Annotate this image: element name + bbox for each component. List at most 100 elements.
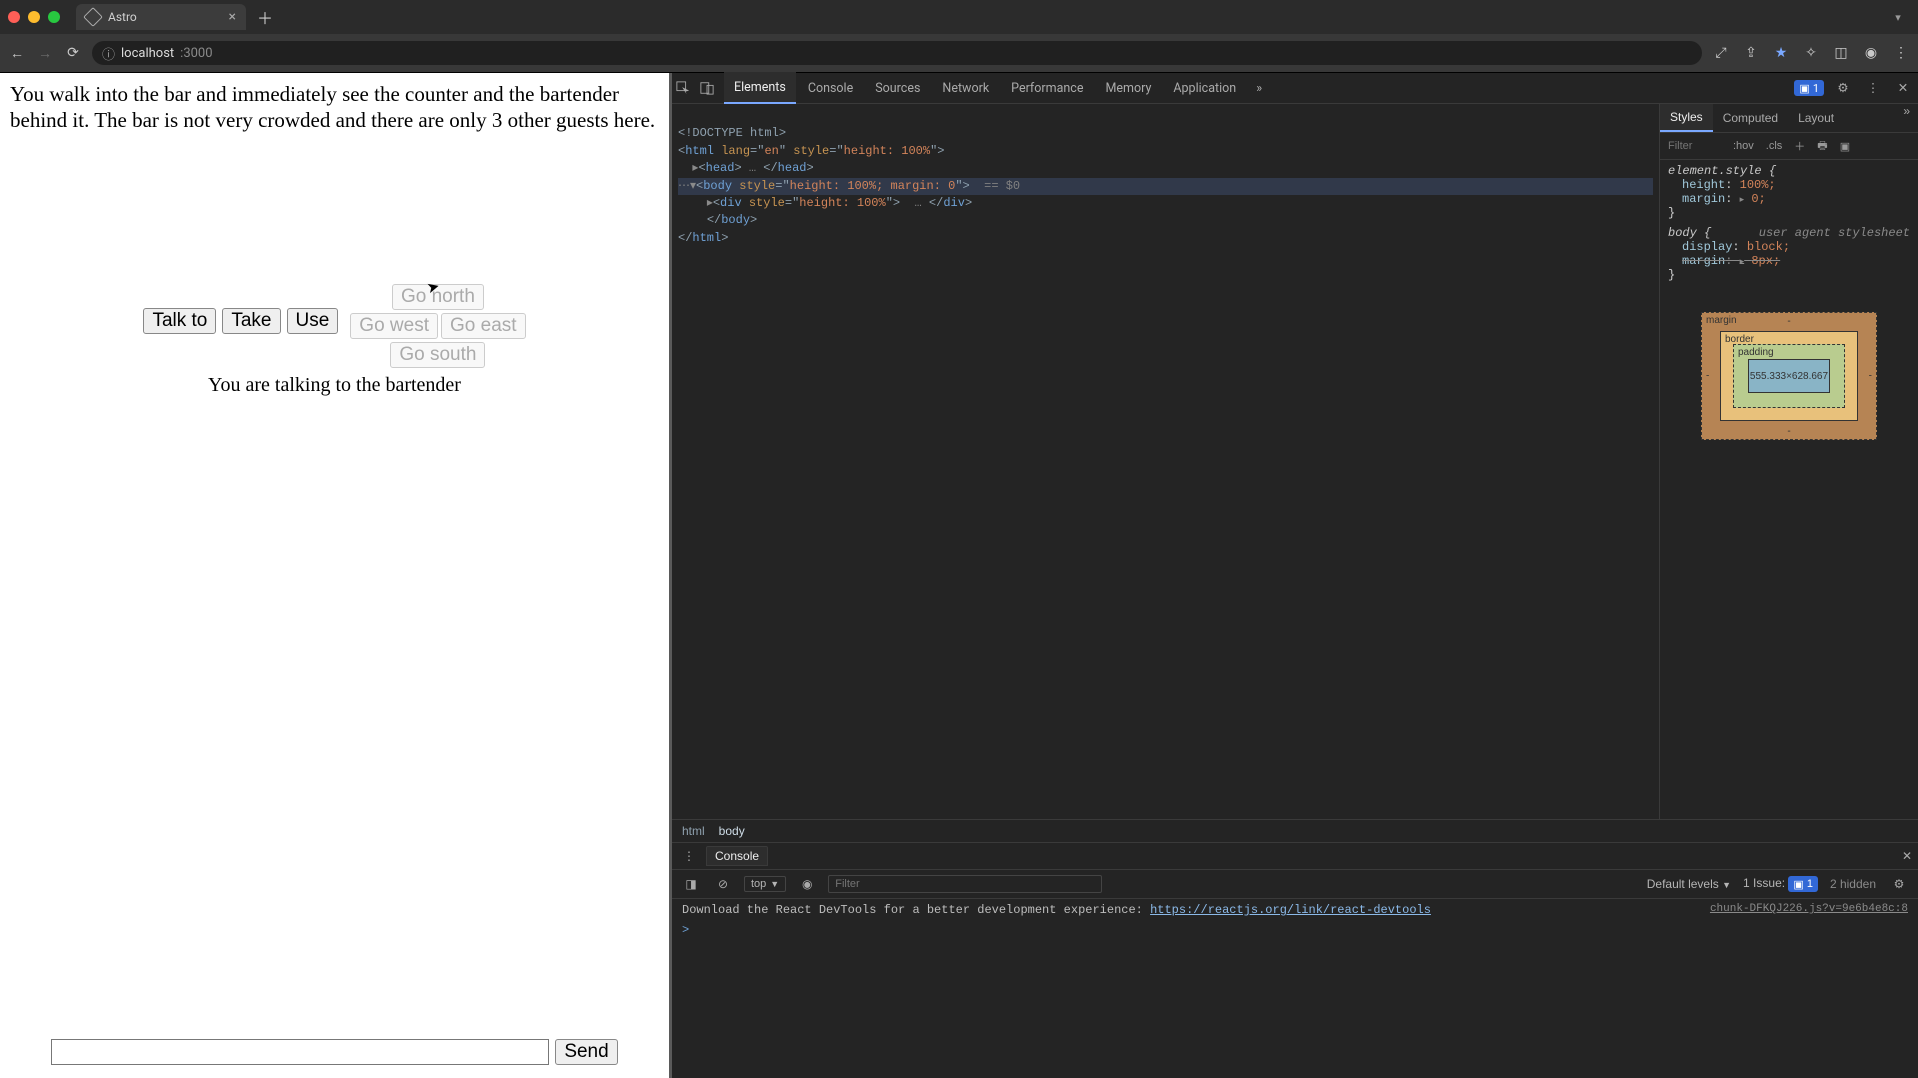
tab-close-icon[interactable]: × xyxy=(229,9,236,25)
expand-shorthand-icon[interactable]: ▸ xyxy=(1740,257,1745,267)
log-levels-selector[interactable]: Default levels ▼ xyxy=(1647,877,1731,891)
share-icon[interactable]: ⇪ xyxy=(1742,45,1760,61)
console-filter-input[interactable] xyxy=(828,875,1102,893)
styles-print-icon[interactable]: 🖶 xyxy=(1814,137,1830,156)
rule-selector: body { xyxy=(1668,226,1711,240)
take-button[interactable]: Take xyxy=(222,308,280,334)
extensions-icon[interactable]: ✧ xyxy=(1802,45,1820,61)
dom-breadcrumb[interactable]: html body xyxy=(672,819,1918,842)
go-east-button[interactable]: Go east xyxy=(441,313,526,339)
style-prop[interactable]: margin: ▸ 0; xyxy=(1668,192,1910,206)
device-toolbar-icon[interactable] xyxy=(700,81,722,95)
use-button[interactable]: Use xyxy=(287,308,339,334)
chrome-menu-icon[interactable]: ⋮ xyxy=(1892,45,1910,61)
devtools-settings-icon[interactable]: ⚙ xyxy=(1832,80,1854,96)
dom-line-selected[interactable]: ⋯▾<body style="height: 100%; margin: 0">… xyxy=(678,178,1653,195)
tab-sources[interactable]: Sources xyxy=(865,73,930,103)
inspect-element-icon[interactable] xyxy=(676,81,698,95)
styles-filter-input[interactable] xyxy=(1666,139,1724,153)
dom-line[interactable]: </body> xyxy=(692,213,757,227)
bm-dash: - xyxy=(1787,316,1790,327)
elements-dom-tree[interactable]: <!DOCTYPE html> <html lang="en" style="h… xyxy=(672,104,1659,819)
new-style-rule-icon[interactable]: ＋ xyxy=(1791,138,1808,154)
window-zoom-button[interactable] xyxy=(48,11,60,23)
styles-tab-computed[interactable]: Computed xyxy=(1713,104,1788,132)
tab-memory[interactable]: Memory xyxy=(1095,73,1161,103)
log-source-link[interactable]: chunk-DFKQJ226.js?v=9e6b4e8c:8 xyxy=(1710,903,1908,915)
new-tab-button[interactable]: ＋ xyxy=(254,6,276,28)
console-log-entry[interactable]: chunk-DFKQJ226.js?v=9e6b4e8c:8 Download … xyxy=(682,901,1908,919)
context-label: top xyxy=(751,878,766,890)
dom-line[interactable]: </html> xyxy=(678,231,728,245)
issues-summary[interactable]: 1 Issue: ▣ 1 xyxy=(1743,876,1818,892)
punc: > xyxy=(750,213,757,227)
style-prop[interactable]: height: 100%; xyxy=(1668,178,1910,192)
rule-element-style[interactable]: element.style { height: 100%; margin: ▸ … xyxy=(1668,164,1910,220)
styles-tab-styles[interactable]: Styles xyxy=(1660,104,1713,132)
log-link[interactable]: https://reactjs.org/link/react-devtools xyxy=(1150,903,1431,917)
devtools-menu-icon[interactable]: ⋮ xyxy=(1862,80,1884,96)
sidepanel-icon[interactable]: ◫ xyxy=(1832,45,1850,61)
tab-performance[interactable]: Performance xyxy=(1001,73,1093,103)
drawer-menu-icon[interactable]: ⋮ xyxy=(678,849,700,863)
dom-line[interactable]: ▸<head> … </head> xyxy=(692,161,813,175)
nav-back-button[interactable]: ← xyxy=(8,45,26,62)
tab-network[interactable]: Network xyxy=(932,73,999,103)
rule-body[interactable]: user agent stylesheet body { display: bl… xyxy=(1668,226,1910,282)
url-port: :3000 xyxy=(180,46,212,61)
live-expression-icon[interactable]: ◉ xyxy=(796,877,818,891)
console-clear-icon[interactable]: ⊘ xyxy=(712,877,734,891)
style-prop-overridden[interactable]: margin: ▸ 8px; xyxy=(1668,254,1910,268)
zoom-icon[interactable]: ⤢ xyxy=(1712,45,1730,61)
tab-console[interactable]: Console xyxy=(798,73,863,103)
cls-toggle[interactable]: .cls xyxy=(1763,140,1786,152)
style-rules[interactable]: element.style { height: 100%; margin: ▸ … xyxy=(1660,160,1918,292)
dom-line[interactable]: <html lang="en" style="height: 100%"> xyxy=(678,144,945,158)
tabs-overflow-button[interactable]: ▾ xyxy=(1886,11,1910,24)
console-body[interactable]: chunk-DFKQJ226.js?v=9e6b4e8c:8 Download … xyxy=(672,899,1918,1078)
styles-tabs-more-icon[interactable]: » xyxy=(1895,104,1918,132)
chevron-down-icon: ▼ xyxy=(770,879,779,889)
drawer-tab-console[interactable]: Console xyxy=(706,846,768,866)
tab-application[interactable]: Application xyxy=(1163,73,1246,103)
console-settings-icon[interactable]: ⚙ xyxy=(1888,877,1910,891)
console-prompt[interactable]: > xyxy=(682,919,1908,937)
devtools-close-icon[interactable]: ✕ xyxy=(1892,80,1914,96)
drawer-close-icon[interactable]: ✕ xyxy=(1902,849,1912,863)
style-prop[interactable]: display: block; xyxy=(1668,240,1910,254)
go-north-button[interactable]: Go north xyxy=(392,284,484,310)
attr: style xyxy=(742,196,785,210)
box-model[interactable]: margin - - - - border padding 555.333×6 xyxy=(1660,292,1918,450)
expand-shorthand-icon[interactable]: ▸ xyxy=(1740,195,1745,205)
console-sidebar-toggle-icon[interactable]: ◨ xyxy=(680,877,702,891)
go-west-button[interactable]: Go west xyxy=(350,313,438,339)
go-south-button[interactable]: Go south xyxy=(390,342,485,368)
tabs-more-icon[interactable]: » xyxy=(1248,81,1270,96)
console-context-selector[interactable]: top ▼ xyxy=(744,876,786,892)
crumb-html[interactable]: html xyxy=(682,824,705,838)
nav-forward-button[interactable]: → xyxy=(36,45,54,62)
val: height: 100% xyxy=(799,196,885,210)
issues-badge[interactable]: ▣ 1 xyxy=(1794,80,1824,96)
window-minimize-button[interactable] xyxy=(28,11,40,23)
styles-computed-toggle-icon[interactable]: ▣ xyxy=(1837,140,1853,153)
talk-to-button[interactable]: Talk to xyxy=(143,308,216,334)
site-info-icon[interactable]: ⓘ xyxy=(102,44,115,63)
address-bar[interactable]: ⓘ localhost:3000 xyxy=(92,41,1702,65)
console-drawer: ⋮ Console ✕ ◨ ⊘ top ▼ ◉ Default levels ▼ xyxy=(672,842,1918,1078)
hov-toggle[interactable]: :hov xyxy=(1730,140,1757,152)
send-button[interactable]: Send xyxy=(555,1039,617,1065)
browser-tab[interactable]: Astro × xyxy=(76,4,246,30)
hidden-count[interactable]: 2 hidden xyxy=(1830,877,1876,891)
profile-icon[interactable]: ◉ xyxy=(1862,45,1880,61)
nav-reload-button[interactable]: ⟳ xyxy=(64,45,82,61)
game-app: You walk into the bar and immediately se… xyxy=(0,73,669,1078)
window-close-button[interactable] xyxy=(8,11,20,23)
styles-tab-layout[interactable]: Layout xyxy=(1788,104,1844,132)
tab-elements[interactable]: Elements xyxy=(724,72,796,104)
dom-line[interactable]: ▸<div style="height: 100%"> … </div> xyxy=(707,196,972,210)
bookmark-star-icon[interactable]: ★ xyxy=(1772,45,1790,61)
crumb-body[interactable]: body xyxy=(719,824,745,838)
punc: </ xyxy=(678,231,692,245)
command-input[interactable] xyxy=(51,1039,549,1065)
